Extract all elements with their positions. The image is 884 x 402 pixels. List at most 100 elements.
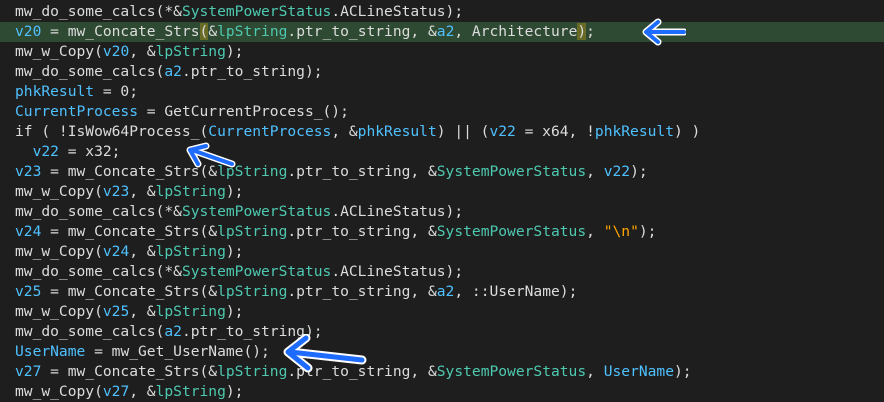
variable-token: v25 [15, 283, 42, 300]
code-token: .ptr_to_string, & [287, 163, 437, 180]
global-token: lpString [217, 23, 288, 40]
code-token: , Architecture [454, 23, 578, 40]
global-token: lpString [155, 303, 226, 320]
code-token: mw_do_some_calcs(*& [15, 203, 182, 220]
code-token: .ptr_to_string, & [287, 223, 437, 240]
code-line[interactable]: UserName = mw_Get_UserName(); [0, 342, 884, 362]
code-line[interactable]: mw_w_Copy(v20, &lpString); [0, 42, 884, 62]
variable-token: v22 [32, 143, 59, 160]
code-token: ) [577, 23, 587, 40]
code-token: mw_do_some_calcs(*& [15, 263, 182, 280]
variable-token: a2 [164, 63, 182, 80]
code-line[interactable]: mw_w_Copy(v27, &lpString); [0, 382, 884, 402]
code-token: .ACLineStatus); [331, 3, 464, 20]
code-token: , & [129, 43, 156, 60]
global-token: lpString [155, 43, 226, 60]
variable-token: v20 [15, 23, 42, 40]
code-token: if ( !IsWow64Process_( [15, 123, 209, 140]
global-token: SystemPowerStatus [181, 203, 332, 220]
code-token: ); [630, 163, 648, 180]
code-token: = x64, ! [515, 123, 595, 140]
variable-token: v24 [15, 223, 42, 240]
code-token: , [586, 223, 604, 240]
code-token: ) ) [673, 123, 701, 140]
code-line[interactable]: mw_w_Copy(v24, &lpString); [0, 242, 884, 262]
code-token: , & [129, 303, 156, 320]
variable-token: v27 [15, 363, 42, 380]
code-token: mw_w_Copy( [15, 303, 103, 320]
code-line[interactable]: mw_do_some_calcs(a2.ptr_to_string); [0, 62, 884, 82]
global-token: SystemPowerStatus [181, 3, 332, 20]
variable-token: a2 [164, 323, 182, 340]
code-token: = 0; [94, 83, 139, 100]
code-token: , [586, 363, 604, 380]
code-line[interactable]: v23 = mw_Concate_Strs(&lpString.ptr_to_s… [0, 162, 884, 182]
code-line[interactable]: mw_do_some_calcs(*&SystemPowerStatus.ACL… [0, 262, 884, 282]
code-line[interactable]: CurrentProcess = GetCurrentProcess_(); [0, 102, 884, 122]
code-token: ); [225, 43, 244, 60]
code-line[interactable]: v24 = mw_Concate_Strs(&lpString.ptr_to_s… [0, 222, 884, 242]
variable-token: v23 [102, 183, 130, 200]
code-line[interactable]: v22 = x32; [0, 142, 884, 162]
code-token: = GetCurrentProcess_(); [138, 103, 349, 120]
global-token: SystemPowerStatus [436, 163, 587, 180]
global-token: lpString [155, 383, 226, 400]
variable-token: CurrentProcess [15, 103, 139, 120]
string-token: "\n" [603, 223, 639, 240]
code-token: mw_do_some_calcs(*& [15, 3, 182, 20]
pseudocode-view[interactable]: mw_do_some_calcs(*&SystemPowerStatus.ACL… [0, 0, 884, 402]
code-token: , & [129, 183, 156, 200]
variable-token: UserName [15, 343, 86, 360]
variable-token: a2 [436, 283, 455, 300]
code-line[interactable]: mw_do_some_calcs(a2.ptr_to_string); [0, 322, 884, 342]
global-token: SystemPowerStatus [436, 363, 587, 380]
code-line[interactable]: if ( !IsWow64Process_(CurrentProcess, &p… [0, 122, 884, 142]
left-arrow-icon [186, 142, 236, 168]
code-token: .ptr_to_string); [181, 63, 323, 80]
variable-token: UserName [603, 363, 675, 380]
code-token: = mw_Concate_Strs(& [41, 223, 218, 240]
global-token: lpString [155, 183, 226, 200]
code-token: ( [199, 23, 209, 40]
code-token: , & [129, 243, 156, 260]
code-token: ); [225, 243, 244, 260]
code-line[interactable]: v25 = mw_Concate_Strs(&lpString.ptr_to_s… [0, 282, 884, 302]
code-line[interactable]: mw_do_some_calcs(*&SystemPowerStatus.ACL… [0, 2, 884, 22]
code-token: .ACLineStatus); [331, 263, 464, 280]
variable-token: v24 [102, 243, 130, 260]
code-token: = mw_Concate_Strs [41, 23, 200, 40]
code-line[interactable]: v27 = mw_Concate_Strs(&lpString.ptr_to_s… [0, 362, 884, 382]
code-token: ); [225, 303, 244, 320]
code-token: , & [331, 123, 358, 140]
variable-token: v22 [489, 123, 516, 140]
global-token: lpString [217, 363, 288, 380]
code-token: ); [638, 223, 657, 240]
code-token: mw_do_some_calcs( [15, 63, 165, 80]
code-token: ); [225, 383, 244, 400]
code-token: = mw_Concate_Strs(& [41, 363, 218, 380]
left-arrow-icon [283, 334, 367, 373]
variable-token: v25 [102, 303, 130, 320]
code-token: ); [674, 363, 692, 380]
code-token: = x32; [58, 143, 121, 160]
code-line[interactable]: v20 = mw_Concate_Strs(&lpString.ptr_to_s… [0, 22, 884, 42]
code-line[interactable]: mw_do_some_calcs(*&SystemPowerStatus.ACL… [0, 202, 884, 222]
code-token: , ::UserName); [454, 283, 578, 300]
code-token: mw_do_some_calcs( [15, 323, 165, 340]
code-token: = mw_Concate_Strs(& [41, 283, 218, 300]
global-token: lpString [155, 243, 226, 260]
code-token: , [586, 163, 604, 180]
code-token: ; [586, 23, 595, 40]
code-line[interactable]: phkResult = 0; [0, 82, 884, 102]
variable-token: v23 [15, 163, 42, 180]
code-token: .ACLineStatus); [331, 203, 464, 220]
global-token: SystemPowerStatus [436, 223, 587, 240]
code-token: .ptr_to_string, & [287, 23, 437, 40]
code-token: & [208, 23, 218, 40]
variable-token: v27 [102, 383, 130, 400]
code-line[interactable]: mw_w_Copy(v23, &lpString); [0, 182, 884, 202]
code-token: , & [129, 383, 156, 400]
code-token: ); [225, 183, 244, 200]
code-line[interactable]: mw_w_Copy(v25, &lpString); [0, 302, 884, 322]
